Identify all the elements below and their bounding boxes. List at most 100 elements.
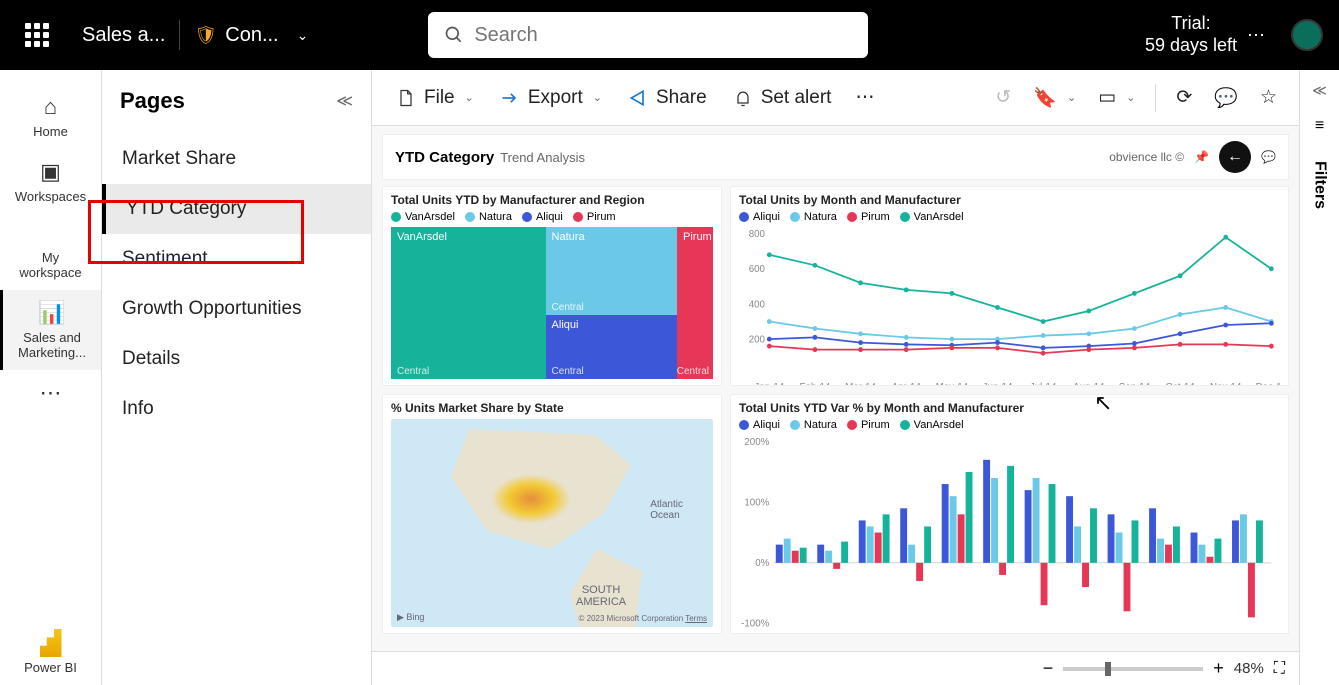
share-button[interactable]: Share xyxy=(618,81,717,115)
legend: Aliqui Natura Pirum VanArsdel xyxy=(739,211,1280,223)
collapse-pages-icon[interactable]: ≪ xyxy=(336,91,353,111)
zoom-thumb[interactable] xyxy=(1105,662,1111,676)
zoom-in-button[interactable]: + xyxy=(1213,658,1224,679)
sensitivity-dropdown[interactable]: 🛡 Con... ⌄ xyxy=(194,24,308,47)
tile-label: Natura xyxy=(552,231,585,243)
legend-item: VanArsdel xyxy=(914,211,964,223)
svg-text:Nov-14: Nov-14 xyxy=(1210,382,1242,386)
nav-current-workspace[interactable]: 📊 Sales and Marketing... xyxy=(0,290,101,370)
trial-status[interactable]: Trial: 59 days left xyxy=(1145,13,1237,56)
treemap-body[interactable]: VanArsdelCentral NaturaCentral AliquiCen… xyxy=(391,227,713,379)
viz-title: Total Units YTD Var % by Month and Manuf… xyxy=(739,401,1280,415)
set-alert-button[interactable]: Set alert xyxy=(723,81,842,115)
legend-item: Aliqui xyxy=(753,211,780,223)
attribution: obvience llc © xyxy=(1109,150,1184,164)
nav-workspaces[interactable]: ▣ Workspaces xyxy=(0,149,101,214)
legend-item: Natura xyxy=(479,211,512,223)
refresh-button[interactable]: ⟳ xyxy=(1168,80,1200,115)
pages-panel: Pages ≪ Market Share YTD Category Sentim… xyxy=(102,70,372,685)
legend: VanArsdel Natura Aliqui Pirum xyxy=(391,211,713,223)
svg-text:Feb-14: Feb-14 xyxy=(820,633,851,634)
nav-workspaces-label: Workspaces xyxy=(15,189,86,204)
filters-label[interactable]: Filters xyxy=(1311,161,1329,209)
viz-title: Total Units by Month and Manufacturer xyxy=(739,193,1280,207)
viz-treemap[interactable]: Total Units YTD by Manufacturer and Regi… xyxy=(382,186,722,386)
nav-my-workspace-l2: workspace xyxy=(2,265,99,280)
nav-home[interactable]: ⌂ Home xyxy=(0,84,101,149)
nav-more[interactable]: ⋯ xyxy=(0,370,101,420)
export-label: Export xyxy=(528,87,583,109)
user-avatar[interactable] xyxy=(1291,19,1323,51)
report-canvas[interactable]: YTD Category Trend Analysis obvience llc… xyxy=(372,126,1299,685)
legend-item: Pirum xyxy=(587,211,616,223)
svg-text:Apr-14: Apr-14 xyxy=(904,633,934,634)
search-box[interactable] xyxy=(428,12,868,58)
page-item-market-share[interactable]: Market Share xyxy=(102,134,371,184)
nav-rail: ⌂ Home ▣ Workspaces My workspace 📊 Sales… xyxy=(0,70,102,685)
svg-text:200%: 200% xyxy=(744,437,769,448)
search-input[interactable] xyxy=(474,24,852,47)
map-body[interactable]: Atlantic Ocean SOUTH AMERICA ▶ Bing © 20… xyxy=(391,419,713,627)
page-item-info[interactable]: Info xyxy=(102,384,371,434)
viz-line-chart[interactable]: Total Units by Month and Manufacturer Al… xyxy=(730,186,1289,386)
map-copyright: © 2023 Microsoft Corporation xyxy=(579,614,684,623)
comment-button[interactable]: 💬 xyxy=(1206,80,1246,116)
viz-map[interactable]: % Units Market Share by State Atlantic O… xyxy=(382,394,722,634)
viz-title: Total Units YTD by Manufacturer and Regi… xyxy=(391,193,713,207)
more-options-icon[interactable]: ⋯ xyxy=(1247,25,1265,46)
ellipsis-icon: ⋯ xyxy=(855,86,874,109)
trial-line1: Trial: xyxy=(1145,13,1237,35)
svg-text:Jan-14: Jan-14 xyxy=(779,633,809,634)
page-item-details[interactable]: Details xyxy=(102,334,371,384)
export-menu[interactable]: Export ⌄ xyxy=(490,81,612,115)
nav-powerbi[interactable]: Power BI xyxy=(0,619,101,685)
map-sa-label: SOUTH AMERICA xyxy=(576,584,626,608)
app-launcher[interactable] xyxy=(16,14,58,56)
svg-text:100%: 100% xyxy=(744,497,769,508)
refresh-icon: ⟳ xyxy=(1176,86,1192,109)
map-terms-link[interactable]: Terms xyxy=(685,614,707,623)
map-ocean-label: Atlantic Ocean xyxy=(650,499,683,521)
svg-text:Jan-14: Jan-14 xyxy=(754,382,784,386)
pin-icon[interactable]: 📌 xyxy=(1194,150,1209,164)
app-title[interactable]: Sales a... xyxy=(82,24,165,47)
chevron-down-icon: ⌄ xyxy=(297,27,309,44)
reset-button[interactable]: ↺ xyxy=(987,80,1019,115)
favorite-button[interactable]: ☆ xyxy=(1252,80,1285,115)
nav-my-workspace[interactable]: My workspace xyxy=(0,240,101,290)
tile-region: Central xyxy=(552,366,584,377)
nav-current-l1: Sales and xyxy=(5,330,99,345)
filters-icon[interactable]: ≡ xyxy=(1315,117,1324,135)
bookmark-menu[interactable]: 🔖⌄ xyxy=(1025,80,1084,116)
share-label: Share xyxy=(656,87,707,109)
search-icon xyxy=(444,25,464,45)
fit-page-button[interactable]: ⛶ xyxy=(1274,660,1285,678)
zoom-out-button[interactable]: − xyxy=(1043,658,1054,679)
view-menu[interactable]: ▭⌄ xyxy=(1090,80,1143,115)
report-title: YTD Category xyxy=(395,149,494,166)
comment-icon[interactable]: 💬 xyxy=(1261,150,1276,164)
nav-powerbi-label: Power BI xyxy=(2,660,99,675)
page-item-ytd-category[interactable]: YTD Category xyxy=(102,184,371,234)
bar-chart-body[interactable]: -100%0%100%200%Jan-14Feb-14Mar-14Apr-14M… xyxy=(739,435,1280,634)
file-menu[interactable]: File ⌄ xyxy=(386,81,484,115)
viz-bar-chart[interactable]: Total Units YTD Var % by Month and Manuf… xyxy=(730,394,1289,634)
svg-text:Mar-14: Mar-14 xyxy=(862,633,893,634)
svg-text:May-14: May-14 xyxy=(936,382,969,386)
expand-filters-icon[interactable]: ≪ xyxy=(1312,82,1327,99)
page-item-growth[interactable]: Growth Opportunities xyxy=(102,284,371,334)
zoom-slider[interactable] xyxy=(1063,667,1203,671)
legend-item: Pirum xyxy=(861,211,890,223)
svg-text:Oct-14: Oct-14 xyxy=(1153,633,1183,634)
waffle-icon xyxy=(25,23,49,47)
back-arrow-button[interactable]: ← xyxy=(1219,141,1251,173)
tile-label: Aliqui xyxy=(552,319,579,331)
svg-text:Aug-14: Aug-14 xyxy=(1069,633,1101,634)
more-commands[interactable]: ⋯ xyxy=(847,80,882,115)
page-item-sentiment[interactable]: Sentiment xyxy=(102,234,371,284)
nav-home-label: Home xyxy=(33,124,68,139)
line-chart-body[interactable]: 200400600800Jan-14Feb-14Mar-14Apr-14May-… xyxy=(739,227,1280,386)
tile-label: Pirum xyxy=(683,231,712,243)
nav-my-workspace-l1: My xyxy=(2,250,99,265)
svg-text:Dec-14: Dec-14 xyxy=(1256,382,1280,386)
